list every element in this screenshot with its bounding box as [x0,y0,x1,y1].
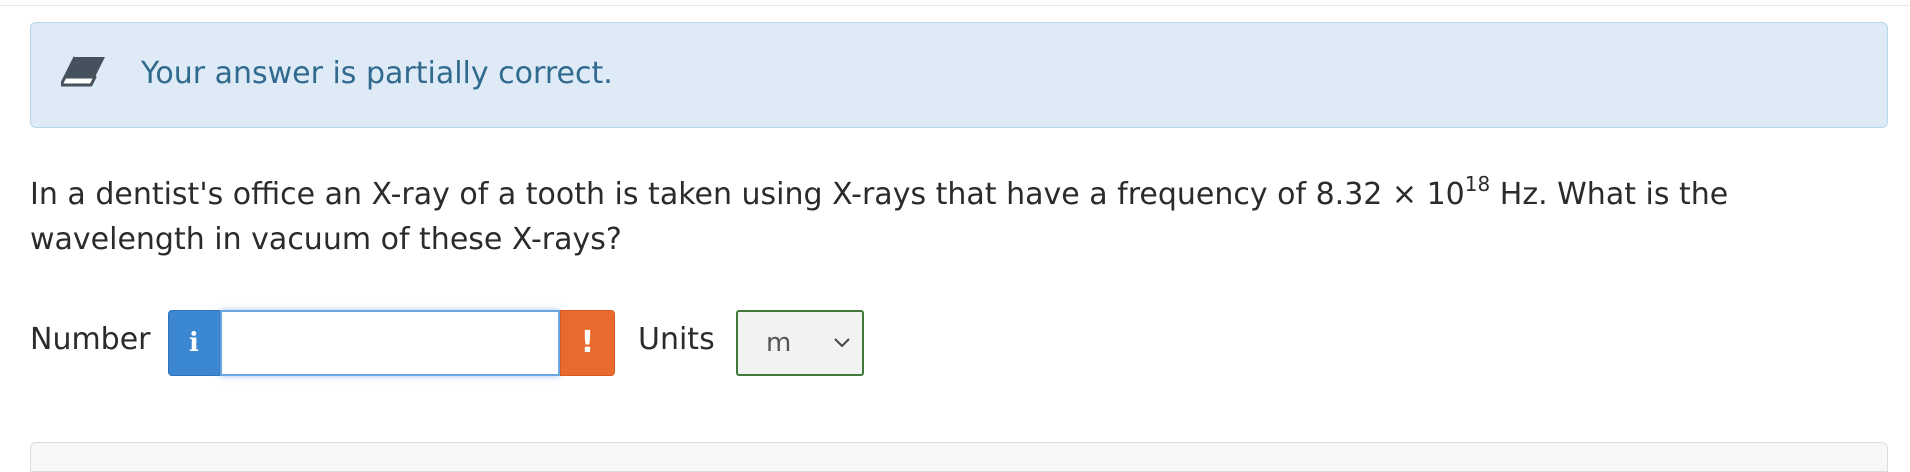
units-label: Units [638,322,715,357]
units-selected-value: m [766,328,792,358]
next-panel [30,442,1888,472]
info-button[interactable]: i [168,310,220,376]
number-label: Number [30,322,151,357]
question-text: In a dentist's office an X-ray of a toot… [30,172,1900,262]
number-input[interactable] [220,310,560,376]
frequency-exponent: 18 [1464,172,1491,196]
warning-badge: ! [560,310,615,376]
chevron-down-icon [834,338,850,348]
units-select[interactable]: m [736,310,864,376]
feedback-banner: Your answer is partially correct. [30,22,1888,128]
top-divider [0,5,1910,6]
question-text-before: In a dentist's office an X-ray of a toot… [30,177,1465,212]
feedback-message: Your answer is partially correct. [141,56,613,91]
eraser-icon [61,56,105,87]
